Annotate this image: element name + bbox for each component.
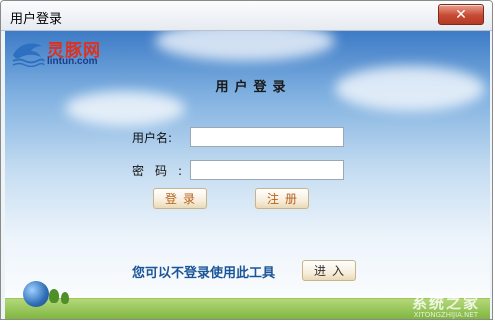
- site-logo: 灵豚网 lintun.com: [11, 35, 133, 69]
- password-field[interactable]: [190, 160, 344, 180]
- watermark-sub: XITONGZHIJIA.NET: [413, 311, 478, 319]
- username-field[interactable]: [190, 127, 344, 147]
- watermark-text: 系统之家: [411, 294, 480, 312]
- enter-button[interactable]: 进入: [302, 260, 356, 281]
- skip-login-hint: 您可以不登录使用此工具: [132, 266, 276, 281]
- dolphin-icon: [12, 43, 45, 67]
- window-title: 用户登录: [10, 12, 63, 27]
- username-label: 用户名:: [132, 131, 173, 145]
- register-button[interactable]: 注册: [255, 188, 309, 209]
- tree-icon: [61, 292, 69, 304]
- close-button[interactable]: ✕: [438, 4, 484, 25]
- password-label: 密码:: [132, 164, 194, 178]
- login-panel: 灵豚网 lintun.com 用户登录 用户名: 密码: 登录 注册 您可以不登…: [5, 31, 490, 319]
- title-bar: 用户登录 ✕: [1, 1, 492, 31]
- page-title: 用户登录: [215, 80, 292, 95]
- cloud-decoration: [65, 91, 185, 126]
- cloud-decoration: [155, 31, 335, 61]
- globe-icon: [23, 281, 49, 307]
- tree-icon: [49, 289, 59, 303]
- close-icon: ✕: [455, 6, 467, 23]
- logo-url: lintun.com: [47, 56, 98, 67]
- login-button[interactable]: 登录: [153, 188, 207, 209]
- login-window: 用户登录 ✕ 灵豚网 lintun.com 用户登录 用户名: 密码: 登录 注…: [0, 0, 493, 320]
